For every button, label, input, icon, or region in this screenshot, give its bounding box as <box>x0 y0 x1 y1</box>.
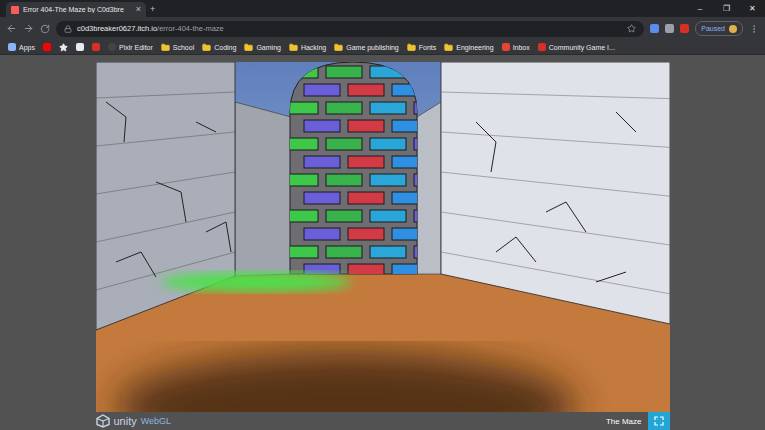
apps-icon <box>8 43 16 51</box>
url-text: c0d3breaker0627.itch.io/error-404-the-ma… <box>77 24 224 33</box>
game-footer: unity WebGL The Maze <box>96 412 670 430</box>
bookmark[interactable]: Gaming <box>244 43 281 52</box>
platform-label: WebGL <box>141 416 171 426</box>
tab-bar: Error 404-The Maze by C0d3bre × + –❐✕ <box>0 0 765 17</box>
reload-button[interactable] <box>40 24 50 34</box>
tab-close-button[interactable]: × <box>136 2 141 17</box>
browser-window: Error 404-The Maze by C0d3bre × + –❐✕ c0d3br… <box>0 0 765 430</box>
fullscreen-icon <box>654 416 664 426</box>
window-control-button[interactable]: ✕ <box>739 4 765 13</box>
site-icon <box>538 43 546 51</box>
app-icon <box>76 43 84 51</box>
bookmark[interactable] <box>76 43 84 51</box>
site-icon <box>92 43 100 51</box>
folder-icon <box>161 43 170 52</box>
bookmark-star-icon[interactable] <box>627 24 636 33</box>
bookmark[interactable]: Hacking <box>289 43 326 52</box>
youtube-icon <box>43 43 51 51</box>
star-icon <box>59 43 68 52</box>
game-canvas[interactable] <box>96 62 670 412</box>
fullscreen-button[interactable] <box>648 412 670 430</box>
bookmark[interactable]: Community Game I... <box>538 43 615 51</box>
game-scene[interactable] <box>96 62 670 412</box>
window-control-button[interactable]: – <box>687 4 713 13</box>
tab-title: Error 404-The Maze by C0d3bre <box>23 6 132 13</box>
bookmark-label: Inbox <box>513 44 530 51</box>
arrow-right-icon <box>23 23 34 34</box>
window-controls: –❐✕ <box>687 0 765 17</box>
bookmark-label: Community Game I... <box>549 44 615 51</box>
bookmark[interactable] <box>59 43 68 52</box>
bookmark[interactable]: Inbox <box>502 43 530 51</box>
toolbar: c0d3breaker0627.itch.io/error-404-the-ma… <box>0 17 765 40</box>
new-tab-button[interactable]: + <box>150 2 155 17</box>
site-icon <box>108 43 116 51</box>
bookmarks-bar: Apps Pixlr Editor School Coding Gaming Hackin… <box>0 40 765 55</box>
bookmark-label: Gaming <box>256 44 281 51</box>
arrow-left-icon <box>6 23 17 34</box>
bookmark[interactable]: Apps <box>8 43 35 51</box>
extension-icon[interactable] <box>650 24 659 33</box>
bookmark[interactable] <box>43 43 51 51</box>
unity-cube-icon <box>96 414 110 428</box>
bookmark-label: Engineering <box>456 44 493 51</box>
extension-icon[interactable] <box>665 24 674 33</box>
game-title: The Maze <box>606 417 642 426</box>
profile-label: Paused <box>701 25 725 32</box>
folder-icon <box>202 43 211 52</box>
bookmark-label: Game publishing <box>346 44 399 51</box>
bookmark[interactable]: Engineering <box>444 43 493 52</box>
engine-label: unity <box>114 415 137 427</box>
page: unity WebGL The Maze <box>0 55 765 430</box>
back-button[interactable] <box>6 23 17 34</box>
extension-icon[interactable] <box>680 24 689 33</box>
bookmark-label: Coding <box>214 44 236 51</box>
forward-button[interactable] <box>23 23 34 34</box>
bookmark-label: School <box>173 44 194 51</box>
bookmark-label: Fonts <box>419 44 437 51</box>
bookmark[interactable] <box>92 43 100 51</box>
folder-icon <box>289 43 298 52</box>
bookmark-label: Hacking <box>301 44 326 51</box>
avatar-icon <box>729 25 737 33</box>
folder-icon <box>444 43 453 52</box>
bookmark[interactable]: Coding <box>202 43 236 52</box>
window-control-button[interactable]: ❐ <box>713 4 739 13</box>
bookmark-label: Apps <box>19 44 35 51</box>
unity-logo: unity WebGL <box>96 414 172 428</box>
bookmark[interactable]: Fonts <box>407 43 437 52</box>
folder-icon <box>407 43 416 52</box>
bookmark[interactable]: School <box>161 43 194 52</box>
bookmark-label: Pixlr Editor <box>119 44 153 51</box>
folder-icon <box>334 43 343 52</box>
more-icon <box>749 24 759 34</box>
browser-tab[interactable]: Error 404-The Maze by C0d3bre × <box>6 2 146 17</box>
favicon-icon <box>11 6 19 14</box>
folder-icon <box>244 43 253 52</box>
bookmark[interactable]: Pixlr Editor <box>108 43 153 51</box>
mail-icon <box>502 43 510 51</box>
lock-icon <box>64 25 72 33</box>
bookmark[interactable]: Game publishing <box>334 43 399 52</box>
profile-button[interactable]: Paused <box>695 21 743 36</box>
reload-icon <box>40 24 50 34</box>
menu-button[interactable] <box>749 24 759 34</box>
address-bar[interactable]: c0d3breaker0627.itch.io/error-404-the-ma… <box>56 21 644 37</box>
